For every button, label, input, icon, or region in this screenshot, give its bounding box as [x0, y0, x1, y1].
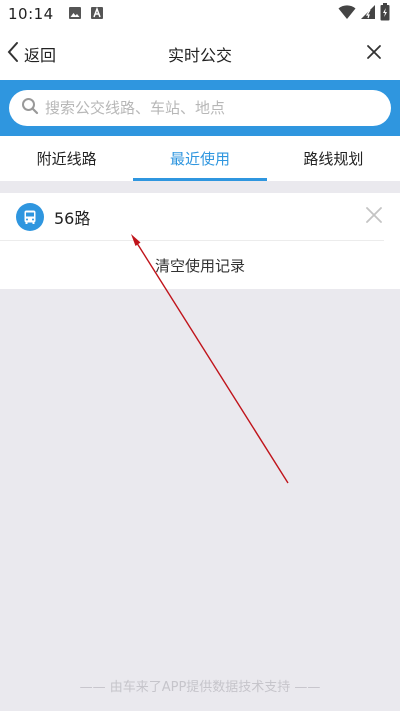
footer-credit: —— 由车来了APP提供数据技术支持 ——	[79, 680, 321, 695]
system-icons	[338, 3, 390, 25]
back-label: 返回	[24, 46, 57, 65]
chevron-left-icon	[6, 41, 20, 67]
app-a-icon	[90, 5, 104, 24]
bus-icon	[16, 202, 44, 231]
close-icon	[366, 44, 382, 64]
back-button[interactable]: 返回	[6, 40, 56, 68]
close-icon	[365, 206, 383, 228]
route-name: 56路	[54, 208, 91, 228]
list-item[interactable]: 56路	[0, 193, 384, 241]
search-input[interactable]	[45, 99, 365, 117]
tab-recently-used[interactable]: 最近使用	[133, 136, 267, 181]
tab-nearby-routes[interactable]: 附近线路	[0, 136, 133, 181]
tab-route-planning[interactable]: 路线规划	[267, 136, 400, 181]
wifi-icon	[338, 4, 356, 24]
battery-icon	[380, 3, 390, 25]
gallery-icon	[68, 5, 82, 24]
page-title: 实时公交	[167, 46, 232, 65]
recent-list: 56路 清空使用记录	[0, 193, 400, 289]
signal-icon	[360, 4, 376, 24]
search-band	[0, 80, 400, 136]
clear-history-button[interactable]: 清空使用记录	[0, 241, 400, 289]
status-bar: 10:14	[0, 0, 400, 28]
search-icon	[21, 97, 39, 119]
search-box[interactable]	[9, 90, 391, 126]
close-button[interactable]	[360, 40, 388, 68]
notification-icons	[68, 5, 104, 24]
tab-bar: 附近线路 最近使用 路线规划	[0, 136, 400, 181]
title-bar: 返回 实时公交	[0, 28, 400, 80]
remove-item-button[interactable]	[364, 207, 384, 227]
status-time: 10:14	[8, 5, 54, 23]
